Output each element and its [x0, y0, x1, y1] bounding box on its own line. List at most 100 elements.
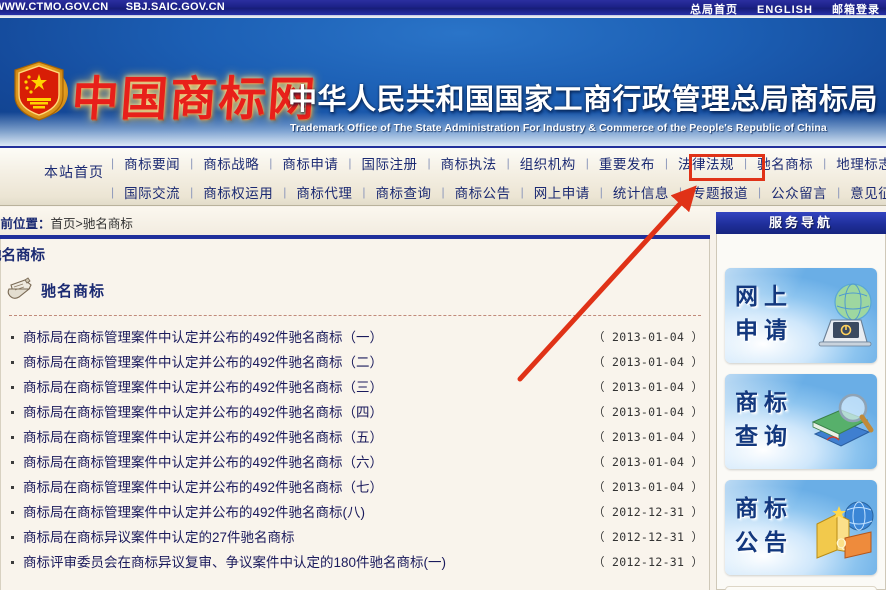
- link-mail-login[interactable]: 邮箱登录: [832, 4, 880, 15]
- list-item-title[interactable]: 商标评审委员会在商标异议复审、争议案件中认定的180件驰名商标(一): [23, 550, 446, 575]
- nav-home-button[interactable]: 本站首页: [44, 162, 108, 182]
- nav-item-public-messages[interactable]: 公众留言: [764, 181, 834, 203]
- nav-separator: |: [585, 156, 589, 170]
- nav-separator: |: [111, 185, 115, 199]
- service-sidebar: 服务导航 网上 申请 商标 查询 商标 公告 Q: [716, 207, 886, 590]
- nav-separator: |: [823, 156, 827, 170]
- nav-item-statistics[interactable]: 统计信息: [606, 181, 676, 203]
- list-item[interactable]: 商标局在商标管理案件中认定并公布的492件驰名商标（四） （ 2013-01-04…: [1, 400, 711, 425]
- nav-item-international-exchange[interactable]: 国际交流: [117, 181, 187, 203]
- list-item[interactable]: 商标局在商标异议案件中认定的27件驰名商标 （ 2012-12-31 ）: [1, 525, 711, 550]
- nav-item-trademark-news[interactable]: 商标要闻: [117, 152, 187, 174]
- laptop-globe-icon: [818, 283, 872, 347]
- section-title: 驰名商标: [41, 283, 106, 300]
- list-item-date: （ 2013-01-04 ）: [593, 455, 704, 469]
- main-navigation: 本站首页 | 商标要闻 | 商标战略 | 商标申请 | 国际注册 | 商标执法 …: [0, 146, 886, 206]
- nav-item-special-reports[interactable]: 专题报道: [685, 181, 755, 203]
- nav-separator: |: [506, 156, 510, 170]
- card-label: 商标 查询: [735, 389, 793, 450]
- nav-item-trademark-strategy[interactable]: 商标战略: [196, 152, 266, 174]
- top-right-links: 总局首页 ENGLISH 邮箱登录: [674, 1, 880, 15]
- nav-item-well-known-trademarks[interactable]: 驰名商标: [750, 152, 820, 174]
- list-item-title[interactable]: 商标局在商标管理案件中认定并公布的492件驰名商标（四）: [23, 400, 383, 425]
- list-item-date: （ 2012-12-31 ）: [593, 555, 704, 569]
- nav-item-trademark-announcement[interactable]: 商标公告: [448, 181, 518, 203]
- bullet-icon: [11, 511, 14, 514]
- main-content: 驰名商标 驰名商标 商标局在商标管理案件中认定并公布的492件驰名商标（一） （ …: [0, 239, 710, 590]
- nav-row-1: | 商标要闻 | 商标战略 | 商标申请 | 国际注册 | 商标执法 | 组织机…: [108, 149, 886, 177]
- link-saic-home[interactable]: 总局首页: [690, 4, 738, 15]
- nav-separator: |: [837, 185, 841, 199]
- banner-title-en: Trademark Office of The State Administra…: [290, 122, 827, 134]
- breadcrumb: 当前位置：首页>驰名商标: [0, 213, 133, 232]
- bullet-icon: [11, 536, 14, 539]
- list-item-title[interactable]: 商标局在商标管理案件中认定并公布的492件驰名商标（一）: [23, 325, 383, 350]
- top-left-links: WWW.CTMO.GOV.CN SBJ.SAIC.GOV.CN: [0, 1, 239, 13]
- list-item[interactable]: 商标局在商标管理案件中认定并公布的492件驰名商标（三） （ 2013-01-04…: [1, 375, 711, 400]
- nav-item-important-releases[interactable]: 重要发布: [592, 152, 662, 174]
- nav-separator: |: [283, 185, 287, 199]
- article-list: 商标局在商标管理案件中认定并公布的492件驰名商标（一） （ 2013-01-04…: [1, 325, 711, 575]
- link-english[interactable]: ENGLISH: [757, 4, 813, 15]
- list-item-title[interactable]: 商标局在商标管理案件中认定并公布的492件驰名商标（六）: [23, 450, 383, 475]
- list-item[interactable]: 商标局在商标管理案件中认定并公布的492件驰名商标（七） （ 2013-01-04…: [1, 475, 711, 500]
- nav-separator: |: [758, 185, 762, 199]
- page-root: WWW.CTMO.GOV.CN SBJ.SAIC.GOV.CN 总局首页 ENG…: [0, 0, 886, 590]
- list-item-title[interactable]: 商标局在商标管理案件中认定并公布的492件驰名商标（三）: [23, 375, 383, 400]
- list-item-date: （ 2013-01-04 ）: [593, 330, 704, 344]
- nav-item-online-application[interactable]: 网上申请: [527, 181, 597, 203]
- list-item-date: （ 2013-01-04 ）: [593, 405, 704, 419]
- nav-item-trademark-agency[interactable]: 商标代理: [289, 181, 359, 203]
- bullet-icon: [11, 411, 14, 414]
- sidebar-card-trademark-announcement[interactable]: 商标 公告 Q: [725, 480, 877, 575]
- sidebar-header: 服务导航: [716, 212, 886, 234]
- page-title: 驰名商标: [0, 248, 45, 264]
- list-item[interactable]: 商标局在商标管理案件中认定并公布的492件驰名商标（一） （ 2013-01-04…: [1, 325, 711, 350]
- nav-item-opinion-collection[interactable]: 意见征集: [843, 181, 886, 203]
- books-magnifier-icon: [811, 393, 874, 447]
- list-item-title[interactable]: 商标局在商标管理案件中认定并公布的492件驰名商标(八): [23, 500, 365, 525]
- list-item-date: （ 2012-12-31 ）: [593, 530, 704, 544]
- nav-separator: |: [427, 156, 431, 170]
- sidebar-card-online-application[interactable]: 网上 申请: [725, 268, 877, 363]
- bullet-icon: [11, 361, 14, 364]
- nav-item-organization[interactable]: 组织机构: [513, 152, 583, 174]
- nav-item-international-registration[interactable]: 国际注册: [355, 152, 425, 174]
- list-item-title[interactable]: 商标局在商标异议案件中认定的27件驰名商标: [23, 525, 295, 550]
- list-item-title[interactable]: 商标局在商标管理案件中认定并公布的492件驰名商标（七）: [23, 475, 383, 500]
- bullet-icon: [11, 561, 14, 564]
- nav-separator: |: [190, 156, 194, 170]
- bullet-icon: [11, 486, 14, 489]
- nav-item-trademark-enforcement[interactable]: 商标执法: [434, 152, 504, 174]
- list-item[interactable]: 商标局在商标管理案件中认定并公布的492件驰名商标（五） （ 2013-01-04…: [1, 425, 711, 450]
- list-item[interactable]: 商标局在商标管理案件中认定并公布的492件驰名商标(八) （ 2012-12-31…: [1, 500, 711, 525]
- scroll-document-icon: [7, 277, 32, 299]
- nav-item-trademark-rights-use[interactable]: 商标权运用: [196, 181, 280, 203]
- list-item-date: （ 2013-01-04 ）: [593, 380, 704, 394]
- nav-item-trademark-search[interactable]: 商标查询: [369, 181, 439, 203]
- nav-item-trademark-application[interactable]: 商标申请: [275, 152, 345, 174]
- list-item-date: （ 2012-12-31 ）: [593, 505, 704, 519]
- link-sbj-domain[interactable]: SBJ.SAIC.GOV.CN: [126, 1, 225, 13]
- svg-text:Q: Q: [836, 537, 847, 552]
- nav-item-geographical-indications[interactable]: 地理标志: [829, 152, 886, 174]
- list-item[interactable]: 商标局在商标管理案件中认定并公布的492件驰名商标（六） （ 2013-01-04…: [1, 450, 711, 475]
- list-item[interactable]: 商标评审委员会在商标异议复审、争议案件中认定的180件驰名商标(一) （ 2012…: [1, 550, 711, 575]
- bullet-icon: [11, 336, 14, 339]
- nav-item-laws-regulations[interactable]: 法律法规: [671, 152, 741, 174]
- breadcrumb-path[interactable]: 首页>驰名商标: [51, 217, 133, 231]
- site-logo-text[interactable]: 中国商标网: [70, 60, 320, 129]
- section-divider: [9, 315, 701, 316]
- nav-row-2: | 国际交流 | 商标权运用 | 商标代理 | 商标查询 | 商标公告 | 网上…: [108, 178, 886, 206]
- nav-separator: |: [520, 185, 524, 199]
- list-item-title[interactable]: 商标局在商标管理案件中认定并公布的492件驰名商标（二）: [23, 350, 383, 375]
- bullet-icon: [11, 386, 14, 389]
- national-emblem-icon: [14, 61, 68, 121]
- sidebar-card-trademark-search[interactable]: 商标 查询: [725, 374, 877, 469]
- list-item-title[interactable]: 商标局在商标管理案件中认定并公布的492件驰名商标（五）: [23, 425, 383, 450]
- list-item-date: （ 2013-01-04 ）: [593, 480, 704, 494]
- list-item[interactable]: 商标局在商标管理案件中认定并公布的492件驰名商标（二） （ 2013-01-04…: [1, 350, 711, 375]
- link-ctmo-domain[interactable]: WWW.CTMO.GOV.CN: [0, 1, 108, 13]
- sidebar-card-madrid-application[interactable]: 马德里申请: [725, 586, 877, 590]
- top-utility-bar: WWW.CTMO.GOV.CN SBJ.SAIC.GOV.CN 总局首页 ENG…: [0, 0, 886, 15]
